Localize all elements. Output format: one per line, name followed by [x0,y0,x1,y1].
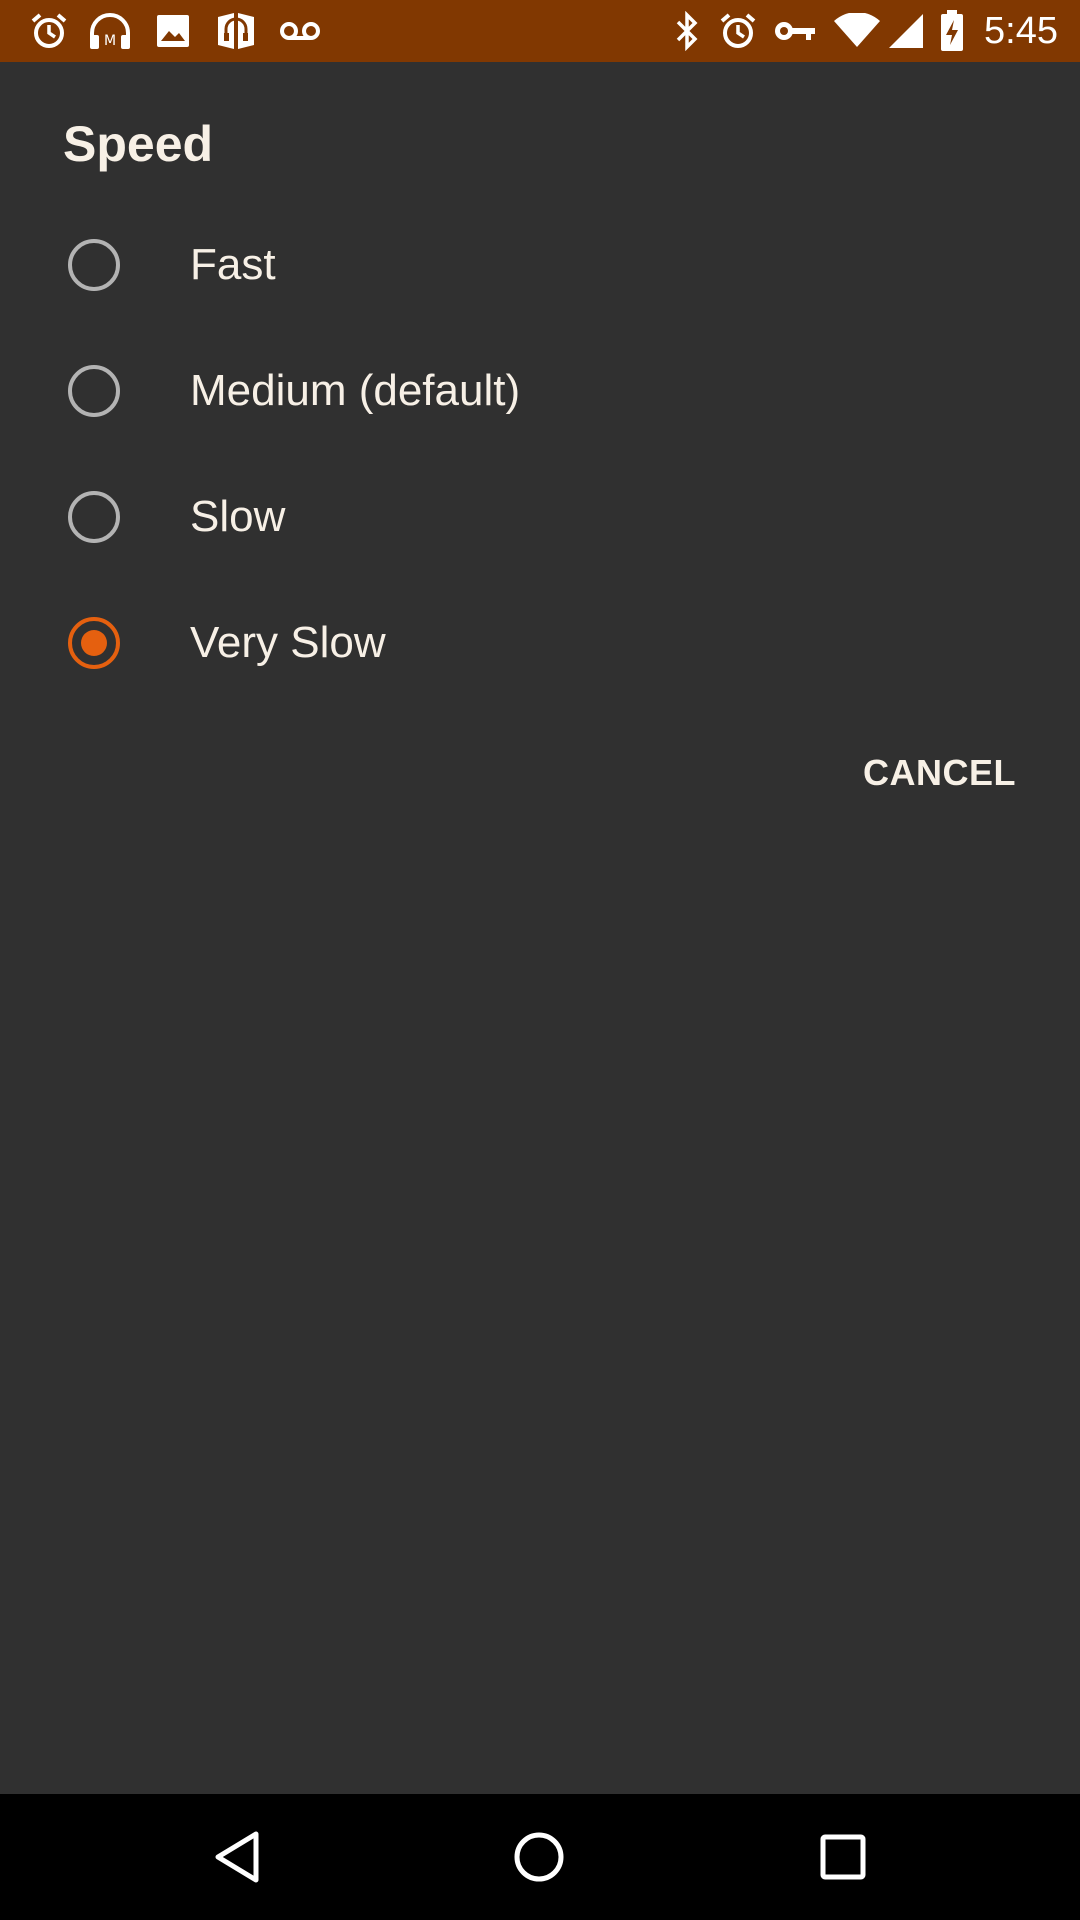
option-medium[interactable]: Medium (default) [0,328,1080,454]
recents-icon[interactable] [810,1824,876,1890]
option-fast[interactable]: Fast [0,202,1080,328]
option-very-slow[interactable]: Very Slow [0,580,1080,706]
option-label: Very Slow [190,618,386,667]
status-bar: M 5:45 [0,0,1080,62]
option-label: Fast [190,240,276,289]
option-label: Slow [190,492,286,541]
cell-signal-icon [886,8,926,54]
radio-button[interactable] [68,491,120,543]
radio-button[interactable] [68,239,120,291]
option-label: Medium (default) [190,366,521,415]
radio-button-checked[interactable] [68,617,120,669]
option-slow[interactable]: Slow [0,454,1080,580]
wifi-icon [832,8,882,54]
dialog-title: Speed [63,116,214,172]
image-icon [152,8,194,54]
cancel-button[interactable]: CANCEL [863,752,1016,794]
home-icon[interactable] [506,1824,572,1890]
alarm-icon [716,8,760,54]
status-time: 5:45 [984,10,1058,52]
headphones-icon: M [86,8,134,54]
alarm-icon [26,8,72,54]
svg-text:M: M [104,33,116,49]
navigation-bar [0,1794,1080,1920]
radio-button[interactable] [68,365,120,417]
back-icon[interactable] [204,1824,270,1890]
screen: M 5:45 Speed Fast Medium (default) Slow … [0,0,1080,1920]
vpn-key-icon [772,8,818,54]
battery-charging-icon [938,8,966,54]
voicemail-icon [278,8,322,54]
bluetooth-icon [672,8,702,54]
audiobook-icon [212,8,260,54]
